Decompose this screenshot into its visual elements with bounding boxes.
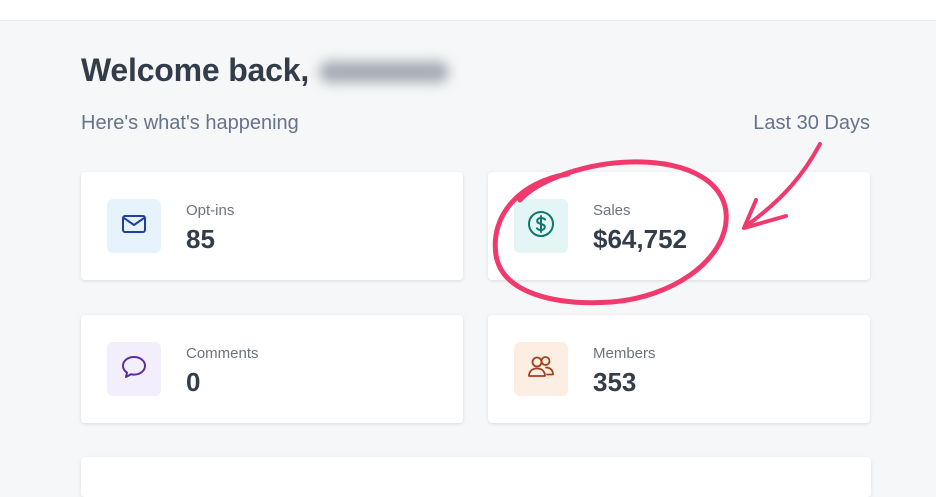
mail-icon: [120, 210, 148, 243]
date-range-selector[interactable]: Last 30 Days: [753, 112, 870, 135]
welcome-text: Welcome back,: [81, 52, 310, 88]
members-icon-box: [514, 342, 568, 396]
comments-value: 0: [186, 367, 201, 397]
welcome-heading: Welcome back,: [81, 52, 450, 89]
optins-card[interactable]: Opt-ins 85: [81, 172, 463, 280]
sales-card[interactable]: Sales $64,752: [488, 172, 870, 280]
comments-icon-box: [107, 342, 161, 396]
users-icon: [526, 352, 556, 387]
sales-label: Sales: [593, 202, 631, 219]
comments-card[interactable]: Comments 0: [81, 315, 463, 423]
dollar-icon: [526, 209, 556, 244]
comments-label: Comments: [186, 345, 259, 362]
next-card: [81, 457, 871, 497]
members-card[interactable]: Members 353: [488, 315, 870, 423]
sales-value: $64,752: [593, 224, 687, 254]
top-bar: [0, 0, 936, 21]
sales-icon-box: [514, 199, 568, 253]
optins-value: 85: [186, 224, 215, 254]
page-subtitle: Here's what's happening: [81, 112, 299, 134]
chat-bubble-icon: [119, 352, 149, 387]
blurred-username: [319, 60, 450, 83]
members-value: 353: [593, 367, 637, 397]
optins-icon-box: [107, 199, 161, 253]
members-label: Members: [593, 345, 656, 362]
optins-label: Opt-ins: [186, 202, 235, 219]
